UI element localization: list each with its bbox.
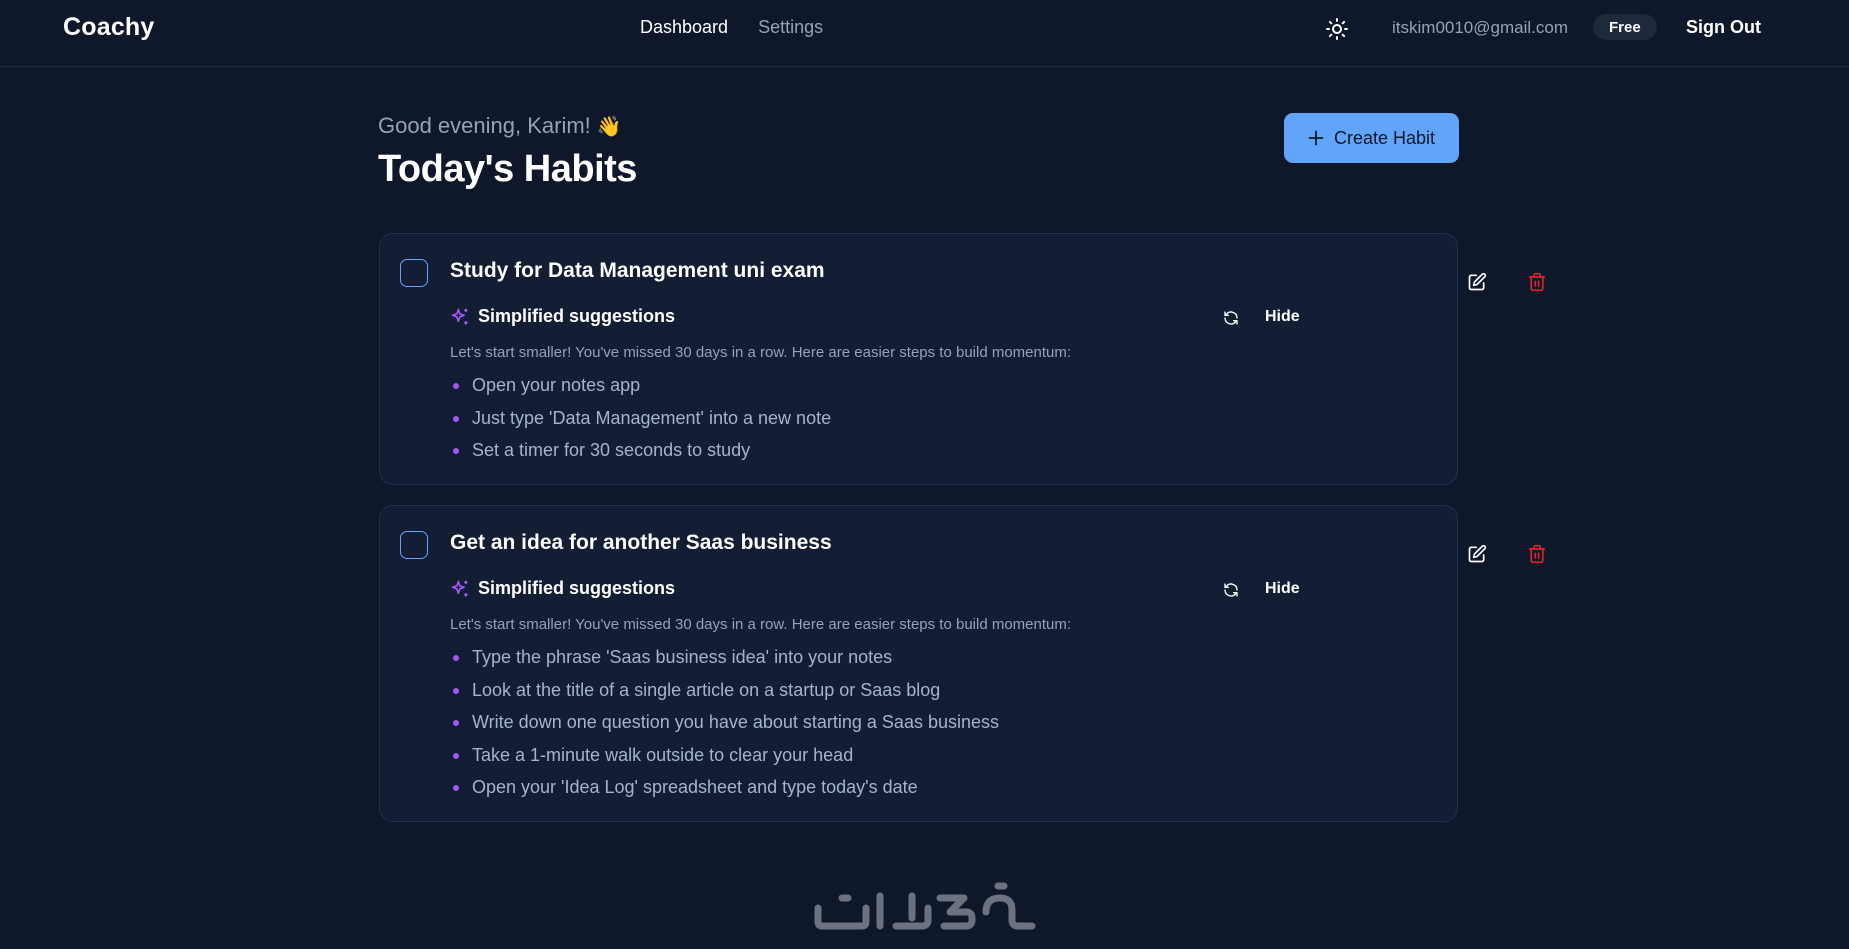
wave-emoji: 👋 <box>596 116 622 138</box>
bullet-dot <box>453 415 459 422</box>
nav-settings[interactable]: Settings <box>758 17 823 38</box>
user-email: itskim0010@gmail.com <box>1392 18 1568 37</box>
refresh-icon <box>1224 311 1238 325</box>
refresh-suggestions-button[interactable] <box>1220 579 1242 601</box>
greeting: Good evening, Karim! 👋 <box>378 113 622 139</box>
bullet-dot <box>453 785 459 792</box>
trash-icon <box>1528 544 1546 564</box>
suggestion-text: Take a 1-minute walk outside to clear yo… <box>472 744 854 765</box>
suggestion-text: Type the phrase 'Saas business idea' int… <box>472 647 893 667</box>
hide-suggestions-button[interactable]: Hide <box>1265 308 1300 326</box>
sparkles-icon <box>451 580 468 596</box>
suggestion-text: Write down one question you have about s… <box>472 712 1000 733</box>
watermark-logo <box>814 882 1036 930</box>
edit-habit-button[interactable] <box>1463 268 1491 296</box>
suggestion-text: Open your 'Idea Log' spreadsheet and typ… <box>472 777 918 798</box>
suggestions-header: Simplified suggestions <box>450 306 675 327</box>
suggestion-item: Take a 1-minute walk outside to clear yo… <box>450 745 999 778</box>
suggestion-item: Look at the title of a single article on… <box>450 680 999 713</box>
bullet-dot <box>453 448 459 455</box>
app-logo[interactable]: Coachy <box>63 13 155 42</box>
theme-toggle-button[interactable] <box>1322 14 1352 44</box>
suggestion-item: Open your notes app <box>450 375 831 408</box>
edit-icon <box>1468 272 1487 291</box>
suggestion-text: Set a timer for 30 seconds to study <box>472 440 751 461</box>
trash-icon <box>1528 272 1546 292</box>
bullet-dot <box>453 687 459 694</box>
bullet-dot <box>453 752 459 759</box>
main-nav: Dashboard Settings <box>640 17 823 38</box>
sign-out-button[interactable]: Sign Out <box>1686 17 1761 38</box>
suggestion-text: Just type 'Data Management' into a new n… <box>472 407 832 428</box>
suggestion-text: Look at the title of a single article on… <box>472 679 941 700</box>
habit-title: Get an idea for another Saas business <box>450 531 832 554</box>
delete-habit-button[interactable] <box>1523 268 1551 296</box>
suggestions-header: Simplified suggestions <box>450 578 675 599</box>
habit-complete-checkbox[interactable] <box>400 259 428 287</box>
suggestions-list: Type the phrase 'Saas business idea' int… <box>450 647 999 810</box>
suggestions-title: Simplified suggestions <box>478 306 676 326</box>
habit-card: Get an idea for another Saas business Si… <box>379 505 1546 822</box>
refresh-suggestions-button[interactable] <box>1220 307 1242 329</box>
suggestions-title: Simplified suggestions <box>478 578 676 598</box>
plus-icon <box>1308 130 1324 146</box>
suggestions-intro: Let's start smaller! You've missed 30 da… <box>450 616 1072 633</box>
create-habit-button[interactable]: Create Habit <box>1284 113 1459 163</box>
bullet-dot <box>453 383 459 389</box>
habit-complete-checkbox[interactable] <box>400 531 428 559</box>
plan-badge: Free <box>1593 14 1657 40</box>
greeting-text: Good evening, Karim! <box>378 113 591 138</box>
delete-habit-button[interactable] <box>1523 540 1551 568</box>
nav-dashboard[interactable]: Dashboard <box>640 17 728 38</box>
suggestion-item: Just type 'Data Management' into a new n… <box>450 408 831 441</box>
edit-icon <box>1468 544 1487 563</box>
page-title: Today's Habits <box>378 148 637 190</box>
habit-card: Study for Data Management uni exam Simpl… <box>379 233 1546 485</box>
suggestion-item: Write down one question you have about s… <box>450 712 999 745</box>
sun-icon <box>1326 18 1348 40</box>
edit-habit-button[interactable] <box>1463 540 1491 568</box>
suggestion-item: Type the phrase 'Saas business idea' int… <box>450 647 999 680</box>
suggestions-intro: Let's start smaller! You've missed 30 da… <box>450 344 1072 361</box>
suggestion-item: Open your 'Idea Log' spreadsheet and typ… <box>450 777 999 810</box>
suggestions-list: Open your notes app Just type 'Data Mana… <box>450 375 831 473</box>
suggestion-item: Set a timer for 30 seconds to study <box>450 440 831 473</box>
habit-title: Study for Data Management uni exam <box>450 259 825 282</box>
suggestion-text: Open your notes app <box>472 375 641 395</box>
hide-suggestions-button[interactable]: Hide <box>1265 580 1300 598</box>
sparkles-icon <box>451 308 468 324</box>
bullet-dot <box>453 720 459 727</box>
create-habit-label: Create Habit <box>1333 127 1436 148</box>
top-nav-bar: Coachy Dashboard Settings itskim0010@gma… <box>0 0 1849 67</box>
refresh-icon <box>1224 583 1238 597</box>
bullet-dot <box>453 655 459 661</box>
